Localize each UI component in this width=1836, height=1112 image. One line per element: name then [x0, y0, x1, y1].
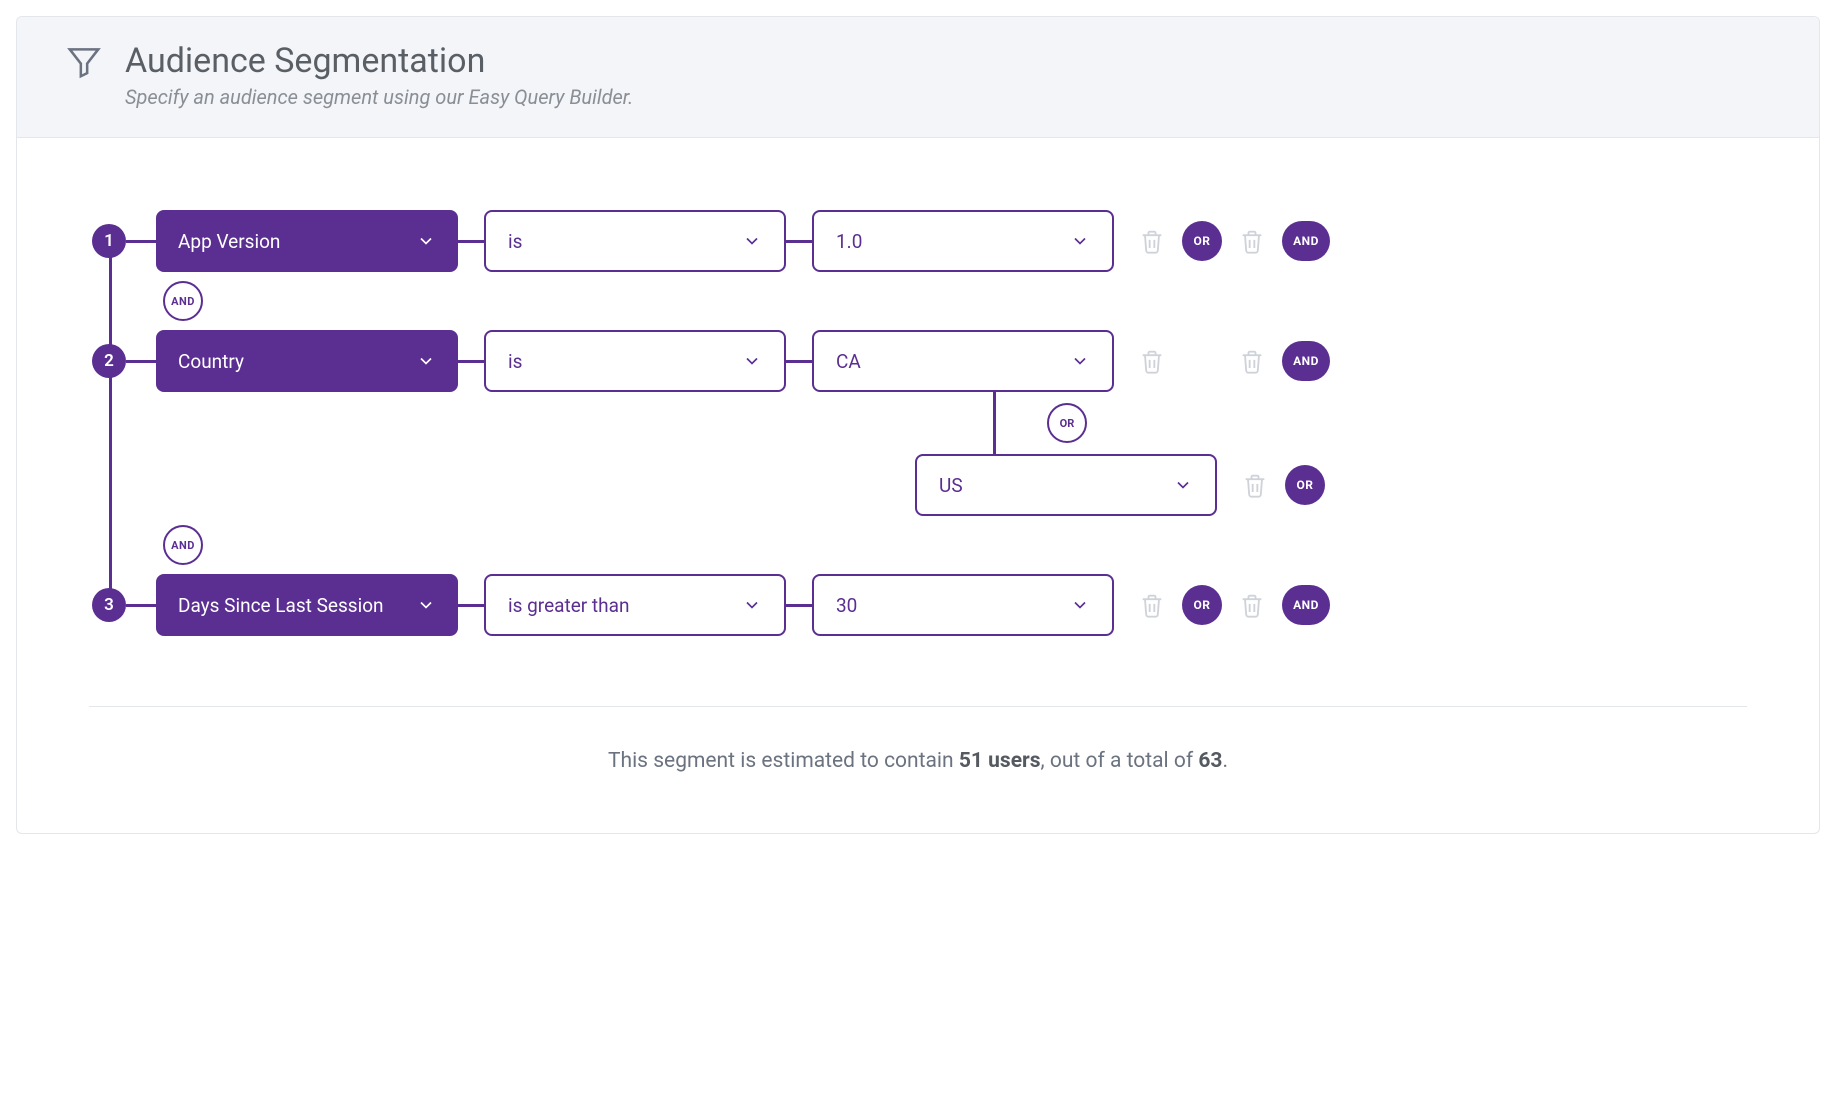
- rule-row-3: 3 Days Since Last Session is greater tha…: [89, 574, 1747, 636]
- chevron-down-icon: [416, 351, 436, 371]
- funnel-icon: [65, 43, 103, 85]
- rule-row-2: 2 Country is CA: [89, 330, 1747, 392]
- add-and-button[interactable]: AND: [1282, 221, 1330, 261]
- connector-h: [458, 240, 484, 243]
- and-connector-badge: AND: [163, 525, 203, 565]
- add-and-button[interactable]: AND: [1282, 585, 1330, 625]
- chevron-down-icon: [742, 351, 762, 371]
- connector-h: [458, 360, 484, 363]
- delete-rule-button[interactable]: [1238, 590, 1266, 620]
- value-select-2a[interactable]: CA: [812, 330, 1114, 392]
- rule-row-1: 1 App Version is 1.0 OR: [89, 210, 1747, 272]
- attribute-select-1[interactable]: App Version: [156, 210, 458, 272]
- connector-h: [786, 240, 812, 243]
- value-select-2b[interactable]: US: [915, 454, 1217, 516]
- attribute-label: App Version: [178, 230, 280, 253]
- connector-h: [786, 604, 812, 607]
- segment-total-count: 63: [1198, 749, 1222, 773]
- chevron-down-icon: [416, 595, 436, 615]
- segment-estimate: This segment is estimated to contain 51 …: [89, 706, 1747, 793]
- and-connector-badge: AND: [163, 281, 203, 321]
- connector-h: [458, 604, 484, 607]
- value-select-1[interactable]: 1.0: [812, 210, 1114, 272]
- operator-label: is: [508, 230, 522, 253]
- step-badge-1: 1: [92, 224, 126, 258]
- connector-h: [126, 240, 156, 243]
- chevron-down-icon: [742, 595, 762, 615]
- value-select-3[interactable]: 30: [812, 574, 1114, 636]
- delete-rule-button[interactable]: [1238, 346, 1266, 376]
- segmentation-card: Audience Segmentation Specify an audienc…: [16, 16, 1820, 834]
- page-subtitle: Specify an audience segment using our Ea…: [125, 85, 633, 109]
- or-value-row: US OR: [915, 454, 1747, 516]
- step-badge-3: 3: [92, 588, 126, 622]
- operator-select-2[interactable]: is: [484, 330, 786, 392]
- attribute-select-3[interactable]: Days Since Last Session: [156, 574, 458, 636]
- delete-or-group-button[interactable]: [1138, 346, 1166, 376]
- operator-label: is: [508, 350, 522, 373]
- operator-select-1[interactable]: is: [484, 210, 786, 272]
- delete-or-group-button[interactable]: [1138, 590, 1166, 620]
- or-connector-badge: OR: [1047, 403, 1087, 443]
- connector-h: [126, 604, 156, 607]
- attribute-label: Days Since Last Session: [178, 594, 384, 617]
- chevron-down-icon: [416, 231, 436, 251]
- connector-h: [126, 360, 156, 363]
- chevron-down-icon: [1173, 475, 1193, 495]
- query-builder: 1 App Version is 1.0 OR: [17, 138, 1819, 833]
- add-and-button[interactable]: AND: [1282, 341, 1330, 381]
- chevron-down-icon: [1070, 595, 1090, 615]
- attribute-select-2[interactable]: Country: [156, 330, 458, 392]
- value-label: 1.0: [836, 230, 862, 253]
- add-or-button[interactable]: OR: [1182, 585, 1222, 625]
- add-or-button[interactable]: OR: [1285, 465, 1325, 505]
- connector-h: [786, 360, 812, 363]
- page-title: Audience Segmentation: [125, 41, 633, 81]
- step-badge-2: 2: [92, 344, 126, 378]
- attribute-label: Country: [178, 350, 244, 373]
- chevron-down-icon: [1070, 351, 1090, 371]
- delete-or-group-button[interactable]: [1138, 226, 1166, 256]
- delete-rule-button[interactable]: [1238, 226, 1266, 256]
- chevron-down-icon: [1070, 231, 1090, 251]
- value-label: US: [939, 474, 963, 497]
- card-header: Audience Segmentation Specify an audienc…: [17, 17, 1819, 138]
- segment-user-count: 51 users: [959, 749, 1041, 773]
- operator-label: is greater than: [508, 594, 629, 617]
- add-or-button[interactable]: OR: [1182, 221, 1222, 261]
- operator-select-3[interactable]: is greater than: [484, 574, 786, 636]
- value-label: 30: [836, 594, 857, 617]
- chevron-down-icon: [742, 231, 762, 251]
- delete-or-value-button[interactable]: [1241, 470, 1269, 500]
- value-label: CA: [836, 350, 861, 373]
